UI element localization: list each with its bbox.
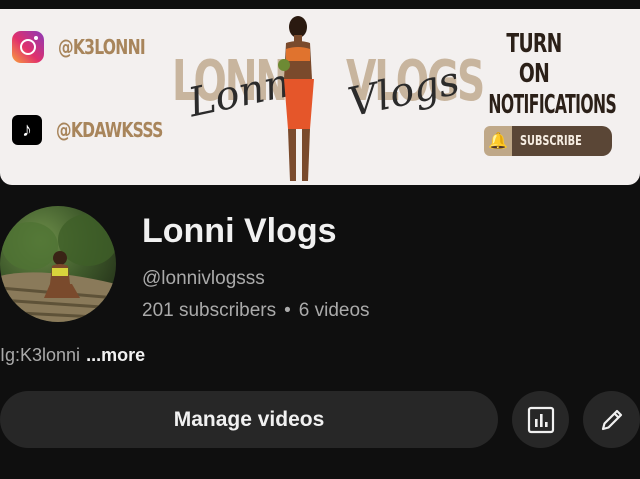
- tiktok-handle: @KDAWKSSS: [56, 118, 163, 142]
- banner-subscribe-label: SUBSCRIBE: [520, 133, 582, 149]
- bell-icon: 🔔: [484, 126, 512, 156]
- more-link[interactable]: ...more: [86, 345, 145, 365]
- channel-description[interactable]: Ig:K3lonni ...more: [0, 345, 145, 366]
- channel-avatar[interactable]: [0, 206, 116, 322]
- instagram-row: @K3LONNI: [12, 31, 169, 63]
- notify-line-1: TURN ON: [506, 29, 562, 89]
- tiktok-icon: ♪: [12, 115, 42, 145]
- description-text: Ig:K3lonni: [0, 345, 81, 365]
- stats-separator: •: [284, 300, 291, 321]
- tiktok-row: ♪ @KDAWKSSS: [12, 115, 193, 145]
- notify-line-2: NOTIFICATIONS: [488, 90, 617, 120]
- banner-person-image: [278, 16, 314, 181]
- channel-stats: 201 subscribers • 6 videos: [142, 300, 370, 322]
- manage-videos-button[interactable]: Manage videos: [0, 391, 498, 448]
- subscriber-count: 201 subscribers: [142, 300, 277, 321]
- pencil-icon: [601, 409, 622, 430]
- analytics-button[interactable]: [512, 391, 569, 448]
- avatar-photo: [0, 214, 116, 322]
- channel-handle: @lonnivlogsss: [142, 268, 265, 289]
- channel-banner: @K3LONNI ♪ @KDAWKSSS LONNI VLOGS Lonni V…: [0, 9, 640, 185]
- banner-subscribe-pill: SUBSCRIBE: [512, 126, 613, 156]
- banner-subscribe-graphic: 🔔 SUBSCRIBE: [484, 126, 613, 156]
- instagram-icon: [12, 31, 44, 63]
- video-count: 6 videos: [298, 300, 370, 321]
- channel-name: Lonni Vlogs: [142, 212, 337, 250]
- turn-on-notifications: TURN ON NOTIFICATIONS: [478, 29, 617, 121]
- edit-channel-button[interactable]: [583, 391, 640, 448]
- instagram-handle: @K3LONNI: [58, 35, 146, 59]
- analytics-icon: [527, 406, 554, 433]
